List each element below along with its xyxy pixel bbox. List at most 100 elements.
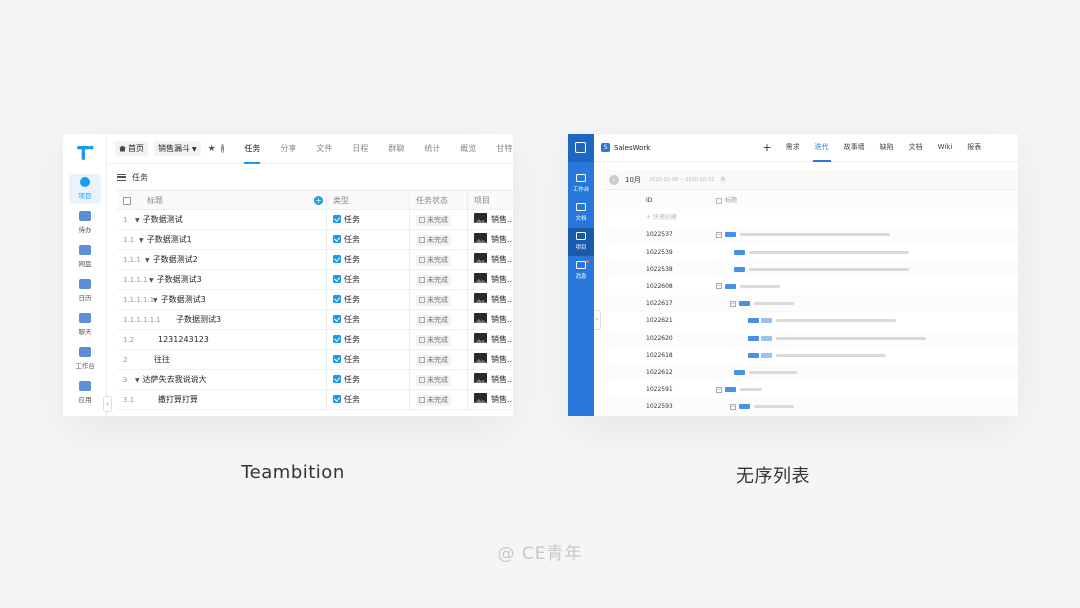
tab-3[interactable]: 缺陷	[880, 134, 894, 162]
star-icon[interactable]: ★	[208, 144, 216, 154]
menu-icon[interactable]	[117, 173, 126, 181]
sidebar-item-3[interactable]: 日历	[63, 276, 107, 306]
blurred-title[interactable]	[749, 250, 909, 254]
add-icon[interactable]: +	[762, 141, 771, 154]
task-title[interactable]: 子数据测试2	[153, 255, 198, 264]
sidebar-item-1[interactable]: 待办	[63, 208, 107, 238]
table-row[interactable]: 1022620	[604, 329, 1018, 347]
blurred-title[interactable]	[740, 233, 890, 237]
table-row[interactable]: 1022537 −	[604, 226, 1018, 244]
table-row[interactable]: 3.1 撒打算打算 任务 未完成 销售...	[117, 390, 513, 410]
expand-all-icon[interactable]	[716, 197, 722, 204]
expand-caret-icon[interactable]: ▼	[135, 217, 140, 224]
blurred-title[interactable]	[749, 267, 909, 271]
status-badge[interactable]: 未完成	[416, 275, 451, 286]
tab-7[interactable]: 甘特图	[496, 134, 513, 164]
sidebar-item-5[interactable]: 工作台	[63, 344, 107, 374]
table-row[interactable]: 1 ▼ 子数据测试 任务 未完成 销售...	[117, 210, 513, 230]
table-row[interactable]: 1022538	[604, 260, 1018, 278]
blurred-title[interactable]	[754, 302, 794, 306]
task-title[interactable]: 往往	[154, 355, 170, 364]
tab-5[interactable]: 统计	[424, 134, 440, 164]
table-row[interactable]: 1022591 −	[604, 381, 1018, 398]
sidebar-item-0[interactable]: 项目	[69, 174, 101, 204]
tab-0[interactable]: 需求	[786, 134, 800, 162]
collapse-icon[interactable]: −	[716, 231, 722, 238]
sidebar-item-0[interactable]: 工作台	[568, 170, 594, 198]
table-row[interactable]: 3 ▼ 达萨失去我说说大 任务 未完成 销售...	[117, 370, 513, 390]
blurred-title[interactable]	[740, 388, 762, 392]
sidebar-collapse-button[interactable]: ›	[103, 396, 112, 412]
back-icon[interactable]: ‹	[609, 174, 619, 185]
table-row[interactable]: 1022593 −	[604, 398, 1018, 416]
tab-4[interactable]: 文档	[909, 134, 923, 162]
tab-1[interactable]: 分享	[280, 134, 296, 164]
table-row[interactable]: 2 往往 任务 未完成 销售...	[117, 350, 513, 370]
expand-caret-icon[interactable]: ▼	[135, 377, 140, 384]
table-row[interactable]: 1.1.1.1.1 ▼ 子数据测试3 任务 未完成 销售...	[117, 290, 513, 310]
tab-5[interactable]: Wiki	[938, 134, 953, 162]
blurred-title[interactable]	[776, 336, 926, 340]
breadcrumb-home[interactable]: 首页	[115, 141, 148, 156]
sidebar-item-2[interactable]: 项目	[568, 228, 594, 256]
expand-caret-icon[interactable]: ▼	[153, 297, 158, 304]
status-badge[interactable]: 未完成	[416, 215, 451, 226]
task-title[interactable]: 1231243123	[158, 335, 209, 344]
task-title[interactable]: 达萨失去我说说大	[143, 375, 207, 384]
expand-caret-icon[interactable]: ▼	[145, 257, 150, 264]
table-row[interactable]: 1.1.1.1 ▼ 子数据测试3 任务 未完成 销售...	[117, 270, 513, 290]
collapse-icon[interactable]: −	[716, 283, 722, 290]
table-row[interactable]: 1.2 1231243123 任务 未完成 销售...	[117, 330, 513, 350]
tab-6[interactable]: 概览	[460, 134, 476, 164]
status-badge[interactable]: 未完成	[416, 235, 451, 246]
sidebar-item-6[interactable]: 应用	[63, 378, 107, 408]
collapse-icon[interactable]: −	[716, 386, 722, 393]
table-row[interactable]: 1022618	[604, 347, 1018, 364]
task-title[interactable]: 撒打算打算	[158, 395, 198, 404]
status-badge[interactable]: 未完成	[416, 315, 451, 326]
tab-4[interactable]: 群聊	[388, 134, 404, 164]
expand-caret-icon[interactable]: ▼	[149, 277, 154, 284]
add-column-button[interactable]: +	[314, 196, 323, 205]
task-title[interactable]: 子数据测试3	[176, 315, 221, 324]
status-badge[interactable]: 未完成	[416, 255, 451, 266]
sidebar-item-3[interactable]: 消息	[568, 257, 594, 285]
table-row[interactable]: 1022539	[604, 244, 1018, 261]
task-title[interactable]: 子数据测试1	[147, 235, 192, 244]
tab-0[interactable]: 任务	[244, 134, 261, 164]
collapse-icon[interactable]: −	[730, 300, 736, 307]
quick-create-row[interactable]: + 快速创建	[604, 209, 1018, 226]
task-title[interactable]: 子数据测试3	[161, 295, 206, 304]
iteration-more[interactable]: 席	[720, 176, 725, 183]
blurred-title[interactable]	[776, 353, 886, 357]
status-badge[interactable]: 未完成	[416, 375, 451, 386]
select-all-checkbox[interactable]	[123, 197, 131, 205]
expand-caret-icon[interactable]: ▼	[139, 237, 144, 244]
tab-2[interactable]: 文件	[316, 134, 332, 164]
tab-2[interactable]: 故事墙	[844, 134, 865, 162]
tab-1[interactable]: 迭代	[812, 134, 831, 162]
quick-create[interactable]: + 快速创建	[646, 209, 677, 226]
project-switcher[interactable]: 销售漏斗 ▼	[154, 141, 201, 156]
status-badge[interactable]: 未完成	[416, 355, 451, 366]
brand[interactable]: S SalesWork	[601, 143, 650, 152]
sidebar-item-4[interactable]: 聊天	[63, 310, 107, 340]
status-badge[interactable]: 未完成	[416, 295, 451, 306]
blurred-title[interactable]	[749, 370, 797, 374]
blurred-title[interactable]	[754, 405, 794, 409]
status-badge[interactable]: 未完成	[416, 395, 451, 406]
collapse-icon[interactable]: −	[730, 403, 736, 410]
info-icon[interactable]: i	[220, 144, 225, 153]
task-title[interactable]: 子数据测试	[143, 215, 183, 224]
tab-3[interactable]: 日程	[352, 134, 368, 164]
table-row[interactable]: 1.1.1.1.1.1 子数据测试3 任务 未完成 销售...	[117, 310, 513, 330]
status-badge[interactable]: 未完成	[416, 335, 451, 346]
table-row[interactable]: 1022621	[604, 312, 1018, 329]
sidebar-expand-handle[interactable]: ›	[594, 310, 601, 330]
table-row[interactable]: 1.1 ▼ 子数据测试1 任务 未完成 销售...	[117, 230, 513, 250]
blurred-title[interactable]	[740, 284, 780, 288]
tab-6[interactable]: 报表	[967, 134, 981, 162]
task-title[interactable]: 子数据测试3	[157, 275, 202, 284]
table-row[interactable]: 1022612	[604, 363, 1018, 382]
table-row[interactable]: 1022608 −	[604, 278, 1018, 295]
